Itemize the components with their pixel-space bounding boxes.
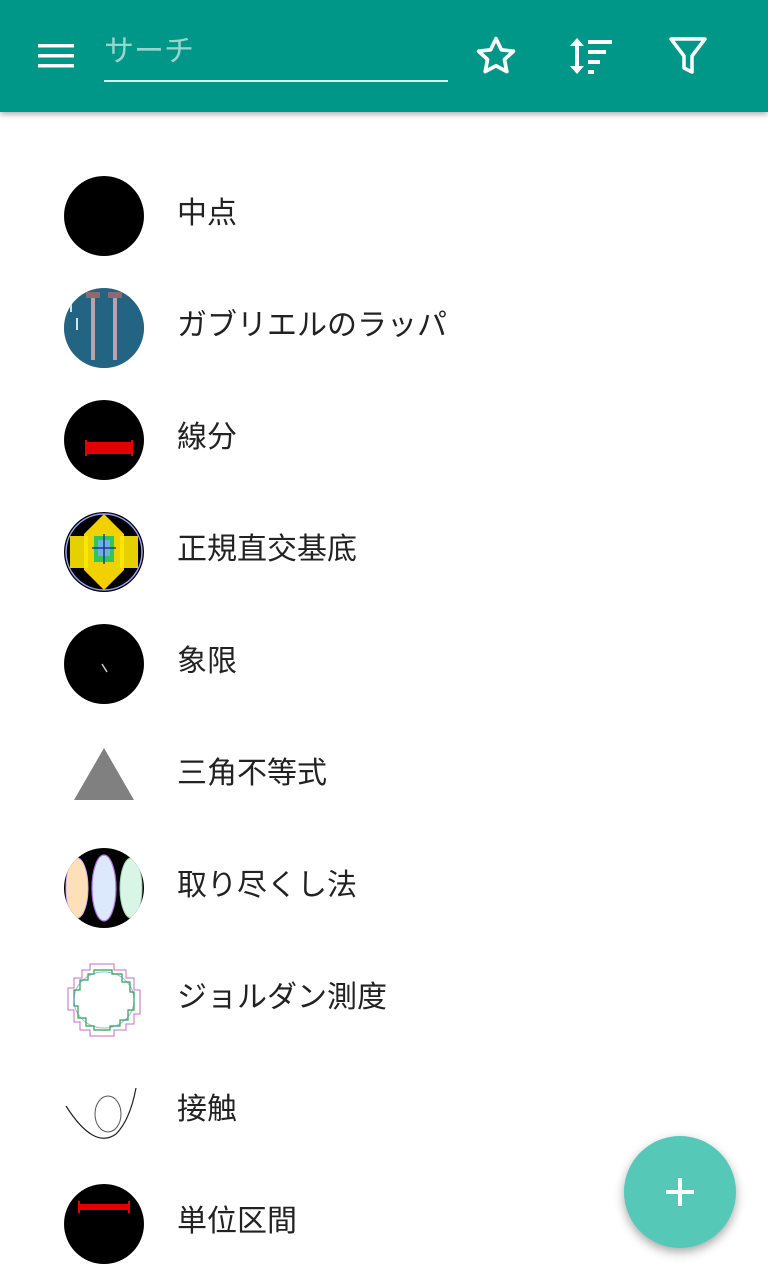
orthonormal-basis-thumbnail [64,512,144,592]
triangle-thumbnail [64,736,144,816]
list-item[interactable]: ジョルダン測度 [0,944,768,1056]
sort-button[interactable] [563,28,619,84]
unit-interval-thumbnail [64,1184,144,1264]
list-item[interactable]: 中点 [0,160,768,272]
list-item-label: ガブリエルのラッパ [177,308,447,343]
list-item-label: 接触 [177,1092,237,1127]
search-field[interactable] [104,22,448,82]
plus-icon [666,1178,694,1206]
menu-icon [38,44,74,68]
app-bar [0,0,768,112]
filter-icon [669,37,707,74]
list-item-label: ジョルダン測度 [177,980,387,1015]
list-item-label: 線分 [177,420,237,455]
jordan-measure-thumbnail [64,960,144,1040]
midpoint-thumbnail [64,176,144,256]
menu-button[interactable] [28,28,84,84]
list-item[interactable]: 三角不等式 [0,720,768,832]
list-item[interactable]: 正規直交基底 [0,496,768,608]
sort-icon [570,38,612,74]
filter-button[interactable] [660,28,716,84]
list-item-label: 単位区間 [177,1204,297,1239]
contact-thumbnail [64,1072,144,1152]
list-item[interactable]: 象限 [0,608,768,720]
line-segment-thumbnail [64,400,144,480]
gabriels-horn-thumbnail [64,288,144,368]
list-item-label: 三角不等式 [177,756,327,791]
list-item[interactable]: 取り尽くし法 [0,832,768,944]
search-input[interactable] [104,22,448,80]
quadrant-thumbnail [64,624,144,704]
list-item-label: 象限 [177,644,237,679]
list-item-label: 正規直交基底 [177,532,357,567]
exhaustion-thumbnail [64,848,144,928]
list-item-label: 中点 [177,196,237,231]
list-item[interactable]: 線分 [0,384,768,496]
star-outline-icon [476,36,516,74]
item-list: 中点 ガブリエルのラッパ 線分 正規直交基底 象限 三角不等式 取り尽くし法 ジ… [0,160,768,1280]
list-item-label: 取り尽くし法 [177,868,357,903]
favorite-button[interactable] [468,28,524,84]
list-item[interactable]: ガブリエルのラッパ [0,272,768,384]
add-button[interactable] [624,1136,736,1248]
